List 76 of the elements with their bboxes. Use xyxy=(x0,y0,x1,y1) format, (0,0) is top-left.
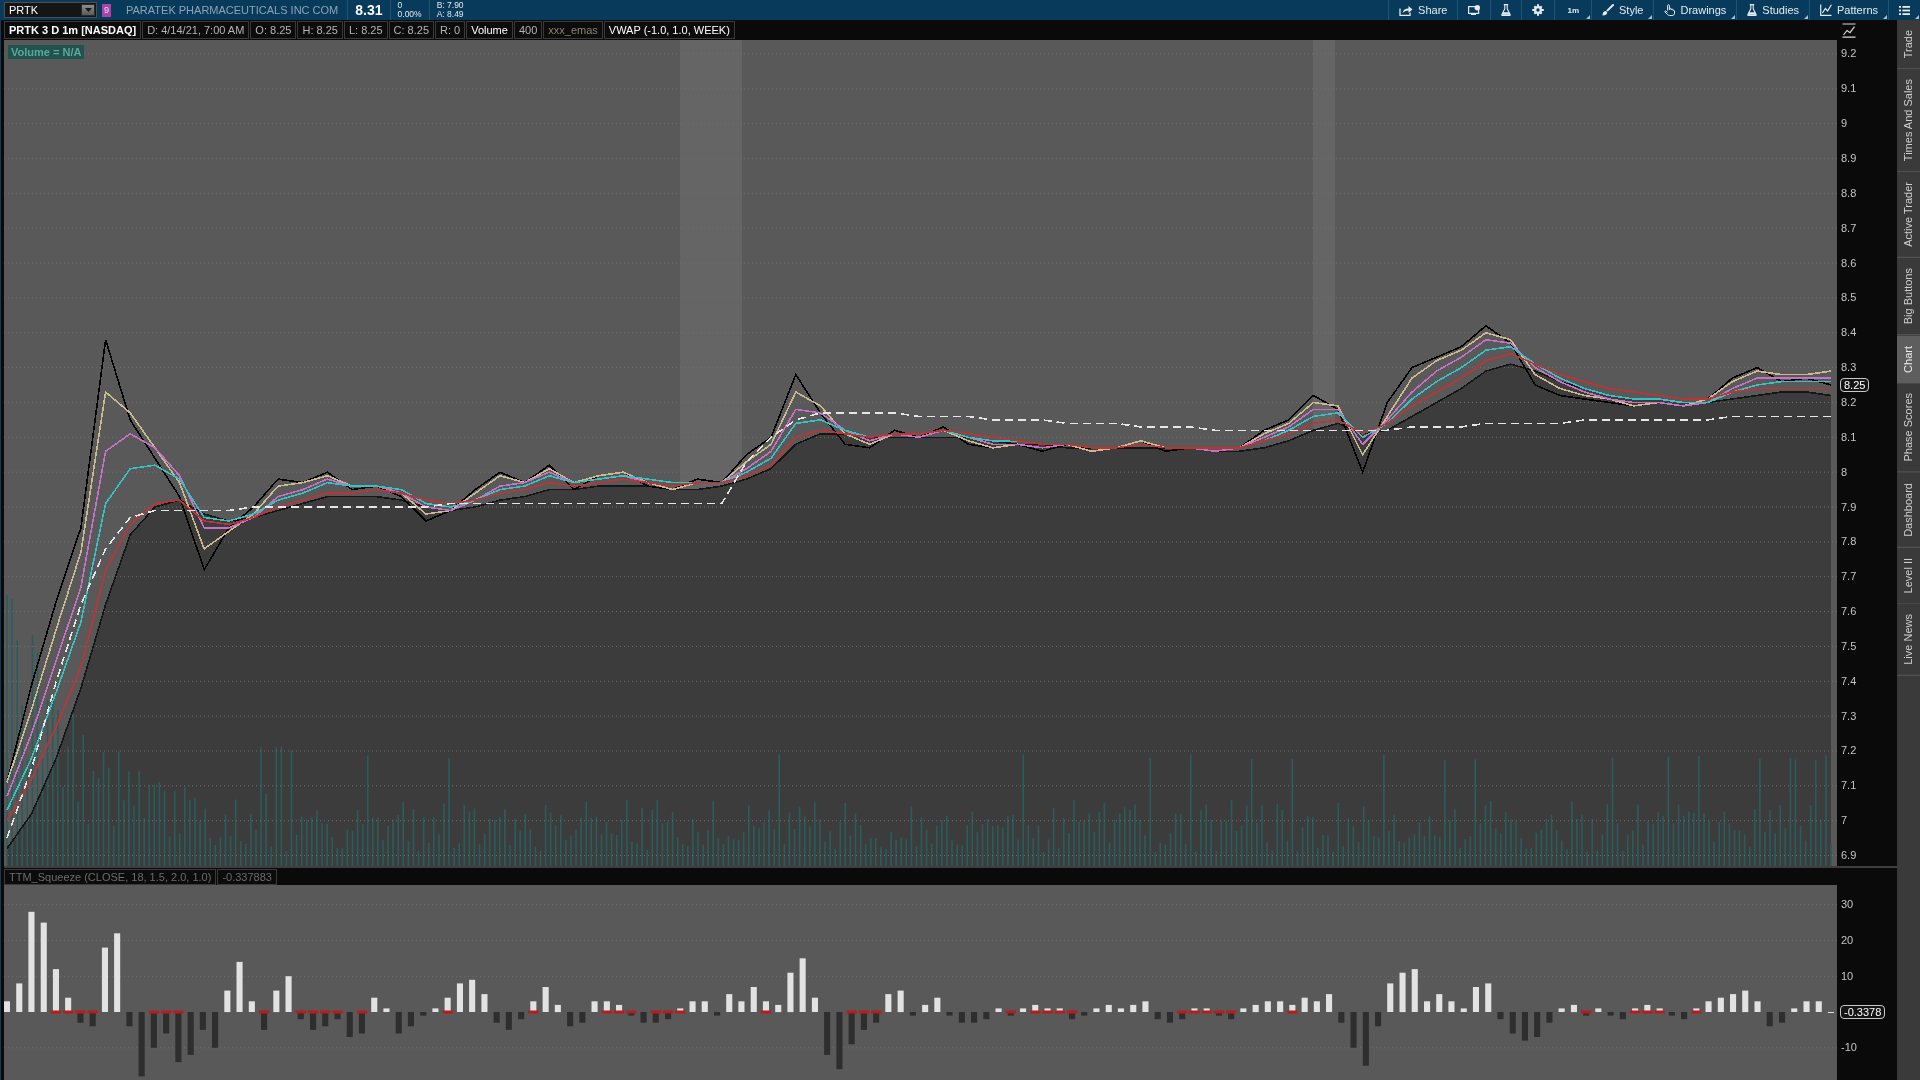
side-tab[interactable]: Chart xyxy=(1897,335,1920,384)
volume-label: Volume = N/A xyxy=(8,45,85,59)
axis-label: 9.1 xyxy=(1841,82,1857,96)
histogram-bar xyxy=(175,1012,182,1063)
bar-info: R: 0 xyxy=(435,21,466,39)
histogram-bar xyxy=(52,969,59,1012)
value-tag: -0.3378 xyxy=(1840,1005,1886,1019)
axis-label: 10 xyxy=(1841,969,1854,983)
company-name: PARATEK PHARMACEUTICALS INC COM xyxy=(126,4,339,16)
histogram-bar xyxy=(163,1012,170,1034)
monitor-icon xyxy=(1468,5,1481,15)
axis-label: 8 xyxy=(1841,465,1848,479)
axis-label: 7 xyxy=(1841,814,1848,828)
histogram-bar xyxy=(848,1012,855,1045)
hand-icon xyxy=(1664,4,1676,16)
axis-label: 7.2 xyxy=(1841,744,1857,758)
histogram-bar xyxy=(150,1012,157,1048)
study-value: 400 xyxy=(513,21,543,39)
line-chart-icon xyxy=(1820,4,1833,16)
dropdown-button[interactable] xyxy=(81,4,95,16)
ask-price: A: 8.49 xyxy=(436,10,464,19)
axis-label: 8.3 xyxy=(1841,361,1857,375)
flask-icon xyxy=(1501,4,1512,16)
axis-label: 8.4 xyxy=(1841,326,1857,340)
axis-label: 8.8 xyxy=(1841,186,1857,200)
axis-label: 30 xyxy=(1841,898,1854,912)
bar-info: D: 4/14/21, 7:00 AM xyxy=(142,21,250,39)
price-tag: 8.25 xyxy=(1840,378,1870,393)
axis-label: 8.1 xyxy=(1841,430,1857,444)
share-icon xyxy=(1399,4,1414,16)
symbol-field[interactable]: PRTK xyxy=(4,2,97,18)
histogram-bar xyxy=(603,1001,610,1012)
axis-label: 6.9 xyxy=(1841,849,1857,863)
histogram-bar xyxy=(762,1001,769,1012)
axis-label: 7.1 xyxy=(1841,779,1857,793)
axis-label: 7.5 xyxy=(1841,639,1857,653)
histogram-bar xyxy=(530,1001,537,1012)
bid-price: B: 7.90 xyxy=(436,1,464,10)
histogram-bar xyxy=(444,997,451,1012)
axis-label: 8.6 xyxy=(1841,256,1857,270)
net-change: 0 xyxy=(397,1,403,10)
bar-info: O: 8.25 xyxy=(250,21,297,39)
axis-label: 8.9 xyxy=(1841,152,1857,165)
caret-icon xyxy=(84,8,92,12)
axis-label: 8.2 xyxy=(1841,395,1857,409)
axis-label: 7.8 xyxy=(1841,535,1857,549)
axis-label: 7.4 xyxy=(1841,674,1857,688)
flask-icon xyxy=(1747,4,1758,16)
side-tab[interactable]: Times And Sales xyxy=(1897,69,1920,173)
side-tab[interactable]: Phase Scores xyxy=(1897,383,1920,473)
chart-title: PRTK 3 D 1m [NASDAQ] xyxy=(4,21,142,39)
axis-label: 20 xyxy=(1841,933,1854,947)
axis-label: 8.5 xyxy=(1841,291,1857,305)
bar-info: H: 8.25 xyxy=(297,21,343,39)
percent-change: 0.00% xyxy=(397,10,422,19)
axis-label: 8.7 xyxy=(1841,221,1857,235)
chart-scale-icon[interactable] xyxy=(1842,22,1856,38)
bar-info: C: 8.25 xyxy=(388,21,434,39)
brush-icon xyxy=(1602,4,1614,16)
axis-label: 9 xyxy=(1841,117,1848,131)
histogram-bar xyxy=(358,1012,365,1034)
settings-icon xyxy=(1532,4,1545,16)
menu-icon xyxy=(1899,5,1910,15)
axis-label: 7.6 xyxy=(1841,605,1857,619)
study-value: -0.337883 xyxy=(217,868,277,885)
histogram-bar xyxy=(77,1012,84,1023)
axis-label: 7.7 xyxy=(1841,570,1857,584)
link-group-badge[interactable]: 9 xyxy=(102,3,111,17)
axis-label: 7.9 xyxy=(1841,500,1857,514)
last-price: 8.31 xyxy=(355,2,383,18)
axis-label: 9.2 xyxy=(1841,47,1857,61)
study-name[interactable]: TTM_Squeeze (CLOSE, 18, 1.5, 2.0, 1.0) xyxy=(4,868,217,885)
bar-info: L: 8.25 xyxy=(343,21,388,39)
axis-label: 7.3 xyxy=(1841,709,1857,723)
axis-label: -10 xyxy=(1841,1041,1857,1055)
histogram-bar xyxy=(65,997,72,1012)
